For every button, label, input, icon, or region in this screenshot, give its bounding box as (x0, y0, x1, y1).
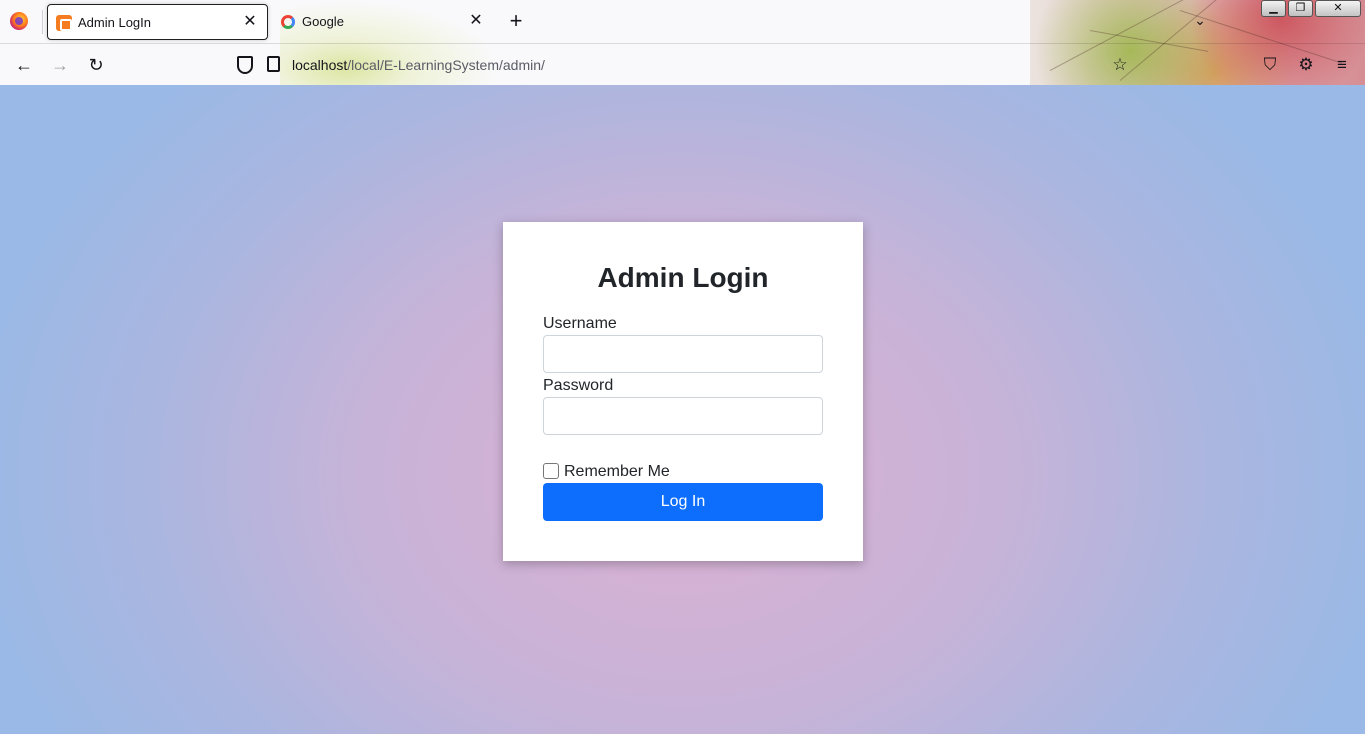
close-icon[interactable]: ✕ (467, 12, 485, 30)
extensions-icon[interactable]: ⚙ (1294, 53, 1318, 77)
forward-button[interactable]: → (47, 52, 73, 78)
reload-button[interactable]: ↻ (83, 52, 109, 78)
url-host: localhost (292, 57, 348, 73)
firefox-icon[interactable] (10, 12, 28, 30)
login-button[interactable]: Log In (543, 483, 823, 521)
page-title: Admin Login (597, 262, 769, 293)
star-icon[interactable]: ☆ (1108, 53, 1132, 77)
url-path: /local/E-LearningSystem/admin/ (347, 57, 545, 73)
page-background: Admin Login Username Password Remember M… (0, 85, 1365, 734)
new-tab-button[interactable]: + (503, 8, 529, 34)
password-label: Password (543, 377, 614, 394)
tab-bar: Admin LogIn ✕ Google ✕ + ⌄ ▁ ❐ ✕ (0, 0, 1365, 43)
url-bar[interactable]: localhost/local/E-LearningSystem/admin/ (292, 57, 545, 73)
tab-google[interactable]: Google ✕ (272, 4, 493, 40)
page-info-icon[interactable] (267, 56, 280, 72)
maximize-button[interactable]: ❐ (1288, 0, 1313, 17)
menu-icon[interactable]: ≡ (1330, 53, 1354, 77)
back-button[interactable]: ← (11, 52, 37, 78)
navigation-toolbar: ← → ↻ localhost/local/E-LearningSystem/a… (0, 43, 1365, 85)
username-label: Username (543, 315, 617, 332)
login-card: Admin Login Username Password Remember M… (503, 222, 863, 561)
password-input[interactable] (543, 397, 823, 435)
pocket-icon[interactable]: ⛉ (1258, 53, 1282, 77)
google-icon (281, 15, 295, 29)
remember-me-checkbox[interactable] (543, 463, 559, 479)
close-icon[interactable]: ✕ (241, 13, 259, 31)
xampp-icon (56, 15, 72, 31)
tab-title: Admin LogIn (78, 15, 151, 30)
tab-title: Google (302, 14, 344, 29)
remember-me-label[interactable]: Remember Me (564, 463, 670, 481)
tab-admin-login[interactable]: Admin LogIn ✕ (47, 4, 268, 40)
username-input[interactable] (543, 335, 823, 373)
shield-icon[interactable] (237, 56, 253, 74)
chevron-down-icon[interactable]: ⌄ (1190, 12, 1210, 32)
minimize-button[interactable]: ▁ (1261, 0, 1286, 17)
window-close-button[interactable]: ✕ (1315, 0, 1361, 17)
divider (42, 10, 43, 34)
browser-chrome: Admin LogIn ✕ Google ✕ + ⌄ ▁ ❐ ✕ ← → ↻ l… (0, 0, 1365, 85)
